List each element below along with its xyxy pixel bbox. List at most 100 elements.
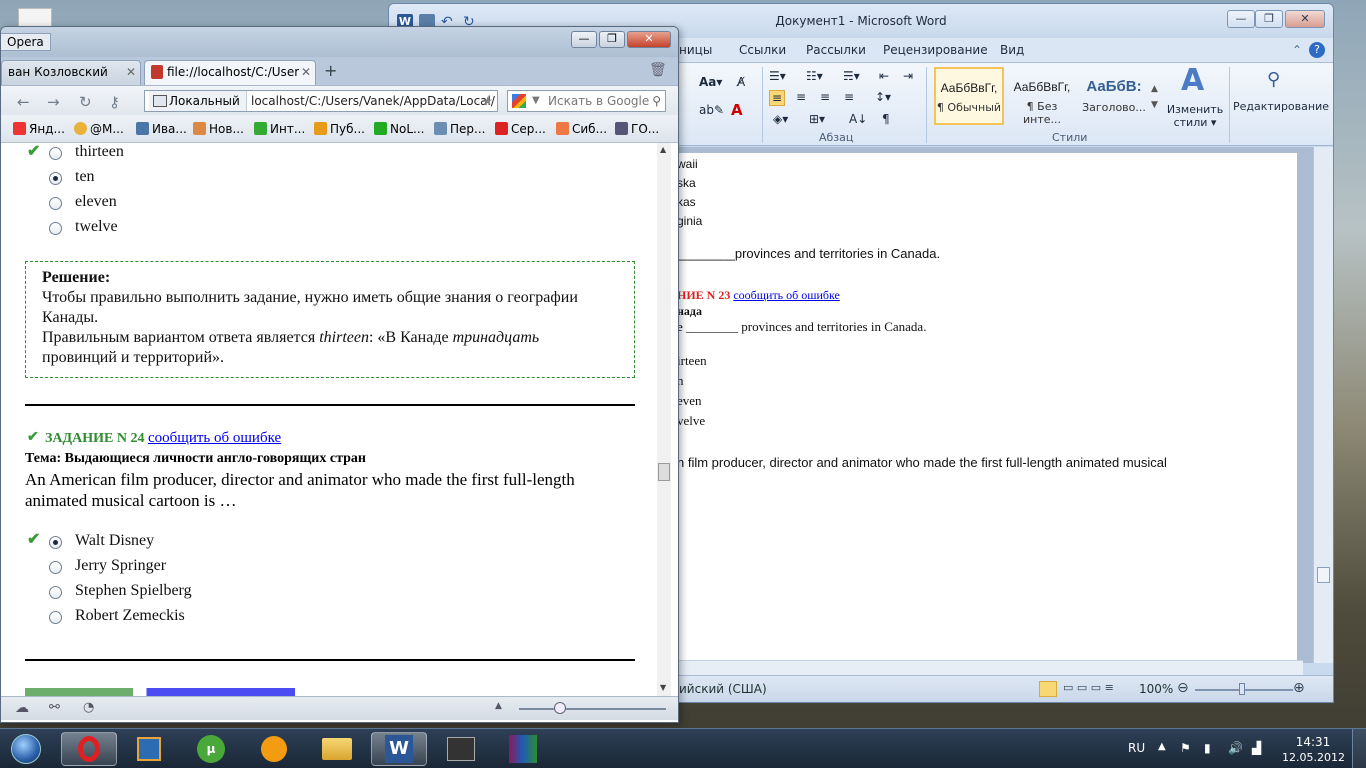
style-no-spacing[interactable]: АаБбВвГг, ¶ Без инте...	[1007, 67, 1077, 126]
borders-icon[interactable]: ⊞▾	[809, 112, 825, 126]
language-indicator[interactable]: RU	[1128, 741, 1145, 755]
shading-icon[interactable]: ◈▾	[773, 112, 788, 126]
volume-icon[interactable]: 🔊	[1228, 741, 1243, 755]
radio-walt-disney[interactable]	[49, 536, 62, 549]
print-layout-icon[interactable]	[1039, 681, 1057, 697]
zoom-in-icon[interactable]: ⊕	[1293, 680, 1305, 696]
zoom-slider-thumb[interactable]	[554, 702, 566, 714]
bookmark-item[interactable]: Пуб...	[314, 122, 365, 136]
page-scrollbar[interactable]: ▲ ▼	[657, 143, 671, 696]
doc-report-link[interactable]: сообщить об ошибке	[733, 288, 840, 302]
radio-stephen-spielberg[interactable]	[49, 586, 62, 599]
radio-eleven[interactable]	[49, 197, 62, 210]
taskbar-media-player[interactable]	[121, 732, 177, 766]
justify-icon[interactable]: ≡	[844, 90, 854, 104]
align-center-icon[interactable]: ≡	[796, 90, 806, 104]
tab-view[interactable]: Вид	[1000, 43, 1024, 57]
align-right-icon[interactable]: ≡	[820, 90, 830, 104]
style-normal[interactable]: АаБбВвГг, ¶ Обычный	[934, 67, 1004, 125]
radio-twelve[interactable]	[49, 222, 62, 235]
word-scroll-thumb[interactable]	[1317, 567, 1330, 583]
styles-scroll-icon[interactable]: ▲ ▼	[1151, 81, 1158, 113]
bookmark-item[interactable]: Сиб...	[556, 122, 607, 136]
bookmark-star-icon[interactable]: ★	[482, 91, 493, 111]
taskbar-explorer[interactable]	[309, 732, 365, 766]
radio-ten[interactable]	[49, 172, 62, 185]
show-hidden-icons[interactable]: ▲	[1158, 741, 1166, 752]
radio-jerry-springer[interactable]	[49, 561, 62, 574]
key-icon[interactable]: ⚷	[109, 93, 120, 111]
editing-button[interactable]: Редактирование	[1233, 100, 1329, 113]
search-dropdown-icon[interactable]: ▼	[532, 91, 540, 111]
tab-layout[interactable]: ницы	[679, 43, 712, 57]
opera-menu-button[interactable]: Opera	[1, 33, 51, 51]
search-icon[interactable]: ⚲	[652, 91, 661, 111]
opera-close-button[interactable]: ✕	[627, 31, 671, 48]
decrease-indent-icon[interactable]: ⇤	[879, 69, 889, 83]
taskbar-winrar[interactable]	[495, 732, 551, 766]
align-left-icon[interactable]: ≡	[769, 90, 786, 106]
bookmark-item[interactable]: NoL...	[374, 122, 424, 136]
taskbar-word[interactable]: W	[371, 732, 427, 766]
ribbon-minimize-icon[interactable]: ⌃	[1292, 43, 1302, 57]
show-desktop-button[interactable]	[1352, 729, 1366, 768]
taskbar-opera[interactable]	[61, 732, 117, 766]
flag-icon[interactable]: ⚑	[1180, 741, 1191, 755]
bookmark-item[interactable]: @M...	[74, 122, 124, 136]
tab-mailings[interactable]: Рассылки	[806, 43, 866, 57]
word-close-button[interactable]: ✕	[1285, 10, 1325, 28]
back-icon[interactable]: ←	[17, 93, 30, 111]
increase-indent-icon[interactable]: ⇥	[903, 69, 913, 83]
reload-icon[interactable]: ↻	[79, 93, 92, 111]
url-field[interactable]: Локальный localhost/C:/Users/Vanek/AppDa…	[144, 90, 498, 112]
bookmark-item[interactable]: Ива...	[136, 122, 187, 136]
search-input[interactable]: ▼ Искать в Google ⚲	[507, 90, 666, 112]
zoom-out-icon[interactable]: ⊖	[1177, 680, 1189, 696]
taskbar-utorrent[interactable]: µ	[183, 732, 239, 766]
close-tab-icon[interactable]: ✕	[126, 61, 136, 83]
tab-local-file[interactable]: file://localhost/C:/User... ✕	[144, 60, 316, 85]
word-maximize-button[interactable]: ❐	[1255, 10, 1283, 28]
view-toggle-icon[interactable]: ▲	[495, 701, 502, 711]
new-tab-icon[interactable]: +	[324, 61, 337, 80]
word-horizontal-scrollbar[interactable]	[677, 660, 1303, 675]
start-button[interactable]	[2, 732, 50, 766]
radio-robert-zemeckis[interactable]	[49, 611, 62, 624]
page-scroll-thumb[interactable]	[658, 463, 670, 481]
change-styles-button[interactable]: Изменить стили ▾	[1165, 103, 1225, 129]
bookmark-item[interactable]: Сер...	[495, 122, 546, 136]
unite-icon[interactable]: ⚯	[49, 700, 60, 715]
taskbar-video-app[interactable]	[433, 732, 489, 766]
bookmark-item[interactable]: Янд...	[13, 122, 65, 136]
clear-format-icon[interactable]: A̸	[737, 75, 745, 89]
word-minimize-button[interactable]: —	[1227, 10, 1255, 28]
multilevel-list-icon[interactable]: ☴▾	[843, 69, 860, 83]
numbering-icon[interactable]: ☷▾	[806, 69, 823, 83]
scroll-down-icon[interactable]: ▼	[660, 683, 666, 692]
help-icon[interactable]: ?	[1309, 42, 1325, 58]
network-icon[interactable]: ▟	[1252, 741, 1261, 755]
battery-icon[interactable]: ▮	[1204, 741, 1211, 755]
report-error-link[interactable]: сообщить об ошибке	[148, 430, 281, 446]
opera-minimize-button[interactable]: —	[571, 31, 597, 48]
bookmark-item[interactable]: Нов...	[193, 122, 244, 136]
clock-date[interactable]: 12.05.2012	[1282, 751, 1345, 764]
tab-ivan-kozlovsky[interactable]: ван Козловский ✕	[1, 60, 141, 85]
line-spacing-icon[interactable]: ↕▾	[875, 90, 891, 104]
taskbar-icq[interactable]	[246, 732, 302, 766]
scroll-up-icon[interactable]: ▲	[660, 145, 666, 154]
close-tab-icon[interactable]: ✕	[298, 61, 311, 83]
highlight-icon[interactable]: ab✎	[699, 103, 724, 117]
tab-review[interactable]: Рецензирование	[883, 43, 988, 57]
zoom-slider[interactable]	[519, 708, 666, 710]
word-vertical-scrollbar[interactable]	[1313, 147, 1333, 663]
clock-time[interactable]: 14:31	[1282, 735, 1344, 749]
opera-maximize-button[interactable]: ❐	[599, 31, 625, 48]
bookmark-item[interactable]: ГО...	[615, 122, 659, 136]
bookmark-item[interactable]: Пер...	[434, 122, 485, 136]
font-color-icon[interactable]: A	[731, 101, 743, 119]
view-modes-icon[interactable]: ▭ ▭ ▭ ≡	[1063, 681, 1114, 694]
status-language[interactable]: ийский (США)	[679, 682, 767, 696]
bookmark-item[interactable]: Инт...	[254, 122, 305, 136]
bullets-icon[interactable]: ☰▾	[769, 69, 786, 83]
